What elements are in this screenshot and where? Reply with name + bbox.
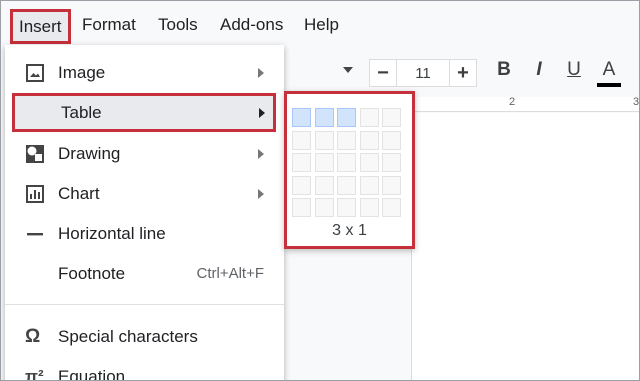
menu-item-chart[interactable]: Chart [5,174,284,214]
table-grid-cell[interactable] [337,198,356,217]
omega-icon: Ω [25,326,41,347]
menu-item-label: Special characters [58,327,198,346]
menu-help[interactable]: Help [304,15,339,35]
menu-item-image[interactable]: Image [5,53,284,93]
menu-tools[interactable]: Tools [158,15,198,35]
table-grid-cell[interactable] [359,198,379,217]
menu-item-label: Table [61,103,102,122]
underline-button[interactable]: U [561,59,587,81]
menu-item-table[interactable]: Table [12,93,276,132]
horizontal-line-icon [27,233,43,236]
chart-icon [26,185,44,203]
italic-button[interactable]: I [526,59,552,81]
table-grid-cell[interactable] [382,130,401,150]
submenu-arrow-icon [258,149,264,159]
table-grid-cell[interactable] [314,108,334,127]
insert-menu: Image Table Drawing Chart Horizontal lin… [5,45,284,381]
menu-insert[interactable]: Insert [10,9,71,44]
document-page[interactable] [411,113,639,380]
font-size-stepper[interactable]: − 11 + [369,59,477,87]
menu-item-label: Equation [58,367,126,381]
table-size-picker: 3 x 1 [284,91,415,249]
menu-item-label: Chart [58,184,100,203]
ruler-mark: 2 [509,96,516,108]
table-grid-cell[interactable] [314,153,334,172]
table-grid-cell[interactable] [337,108,356,127]
app-window: Insert Format Tools Add-ons Help − 11 + … [0,0,640,381]
image-icon [26,64,44,82]
submenu-arrow-icon [259,108,265,118]
menu-bar: Insert Format Tools Add-ons Help [1,1,639,45]
table-grid-cell[interactable] [359,108,379,127]
table-grid-cell[interactable] [337,153,356,172]
table-grid-cell[interactable] [382,198,401,217]
ruler-mark: 3 [633,96,640,108]
submenu-arrow-icon [258,68,264,78]
table-grid-cell[interactable] [337,175,356,195]
text-color-button[interactable]: A [596,59,622,81]
table-size-caption: 3 x 1 [332,222,367,239]
increase-font-size-button[interactable]: + [449,59,477,87]
table-grid-cell[interactable] [292,198,311,217]
submenu-arrow-icon [258,189,264,199]
menu-separator [5,304,284,305]
table-grid-cell[interactable] [314,130,334,150]
table-grid-cell[interactable] [292,153,311,172]
menu-item-equation[interactable]: π² Equation [5,357,284,381]
ruler: 2 3 [411,96,640,112]
drawing-icon [26,145,44,163]
text-color-swatch [597,83,621,87]
table-grid-cell[interactable] [292,130,311,150]
menu-item-label: Footnote [58,264,126,283]
menu-item-label: Horizontal line [58,224,166,243]
menu-item-footnote[interactable]: Footnote Ctrl+Alt+F [5,254,284,294]
menu-item-label: Image [58,63,106,82]
menu-item-horizontal-line[interactable]: Horizontal line [5,214,284,254]
menu-addons[interactable]: Add-ons [220,15,283,35]
table-grid-cell[interactable] [382,175,401,195]
font-size-input[interactable]: 11 [397,59,449,87]
table-grid-cell[interactable] [359,130,379,150]
menu-format[interactable]: Format [82,15,136,35]
table-grid-cell[interactable] [314,198,334,217]
table-grid-cell[interactable] [337,130,356,150]
table-grid-cell[interactable] [292,175,311,195]
table-grid-cell[interactable] [359,175,379,195]
format-toolbar: − 11 + B I U A [285,53,639,93]
font-dropdown-arrow-icon[interactable] [343,67,353,73]
menu-item-drawing[interactable]: Drawing [5,134,284,174]
footnote-shortcut: Ctrl+Alt+F [196,265,264,282]
table-grid[interactable] [292,108,407,218]
table-grid-cell[interactable] [292,108,311,127]
menu-item-special-characters[interactable]: Ω Special characters [5,317,284,357]
table-grid-cell[interactable] [359,153,379,172]
bold-button[interactable]: B [491,59,517,81]
menu-item-label: Drawing [58,144,121,163]
table-grid-cell[interactable] [314,175,334,195]
decrease-font-size-button[interactable]: − [369,59,397,87]
pi-squared-icon: π² [25,367,44,381]
table-grid-cell[interactable] [382,153,401,172]
table-grid-cell[interactable] [382,108,401,127]
